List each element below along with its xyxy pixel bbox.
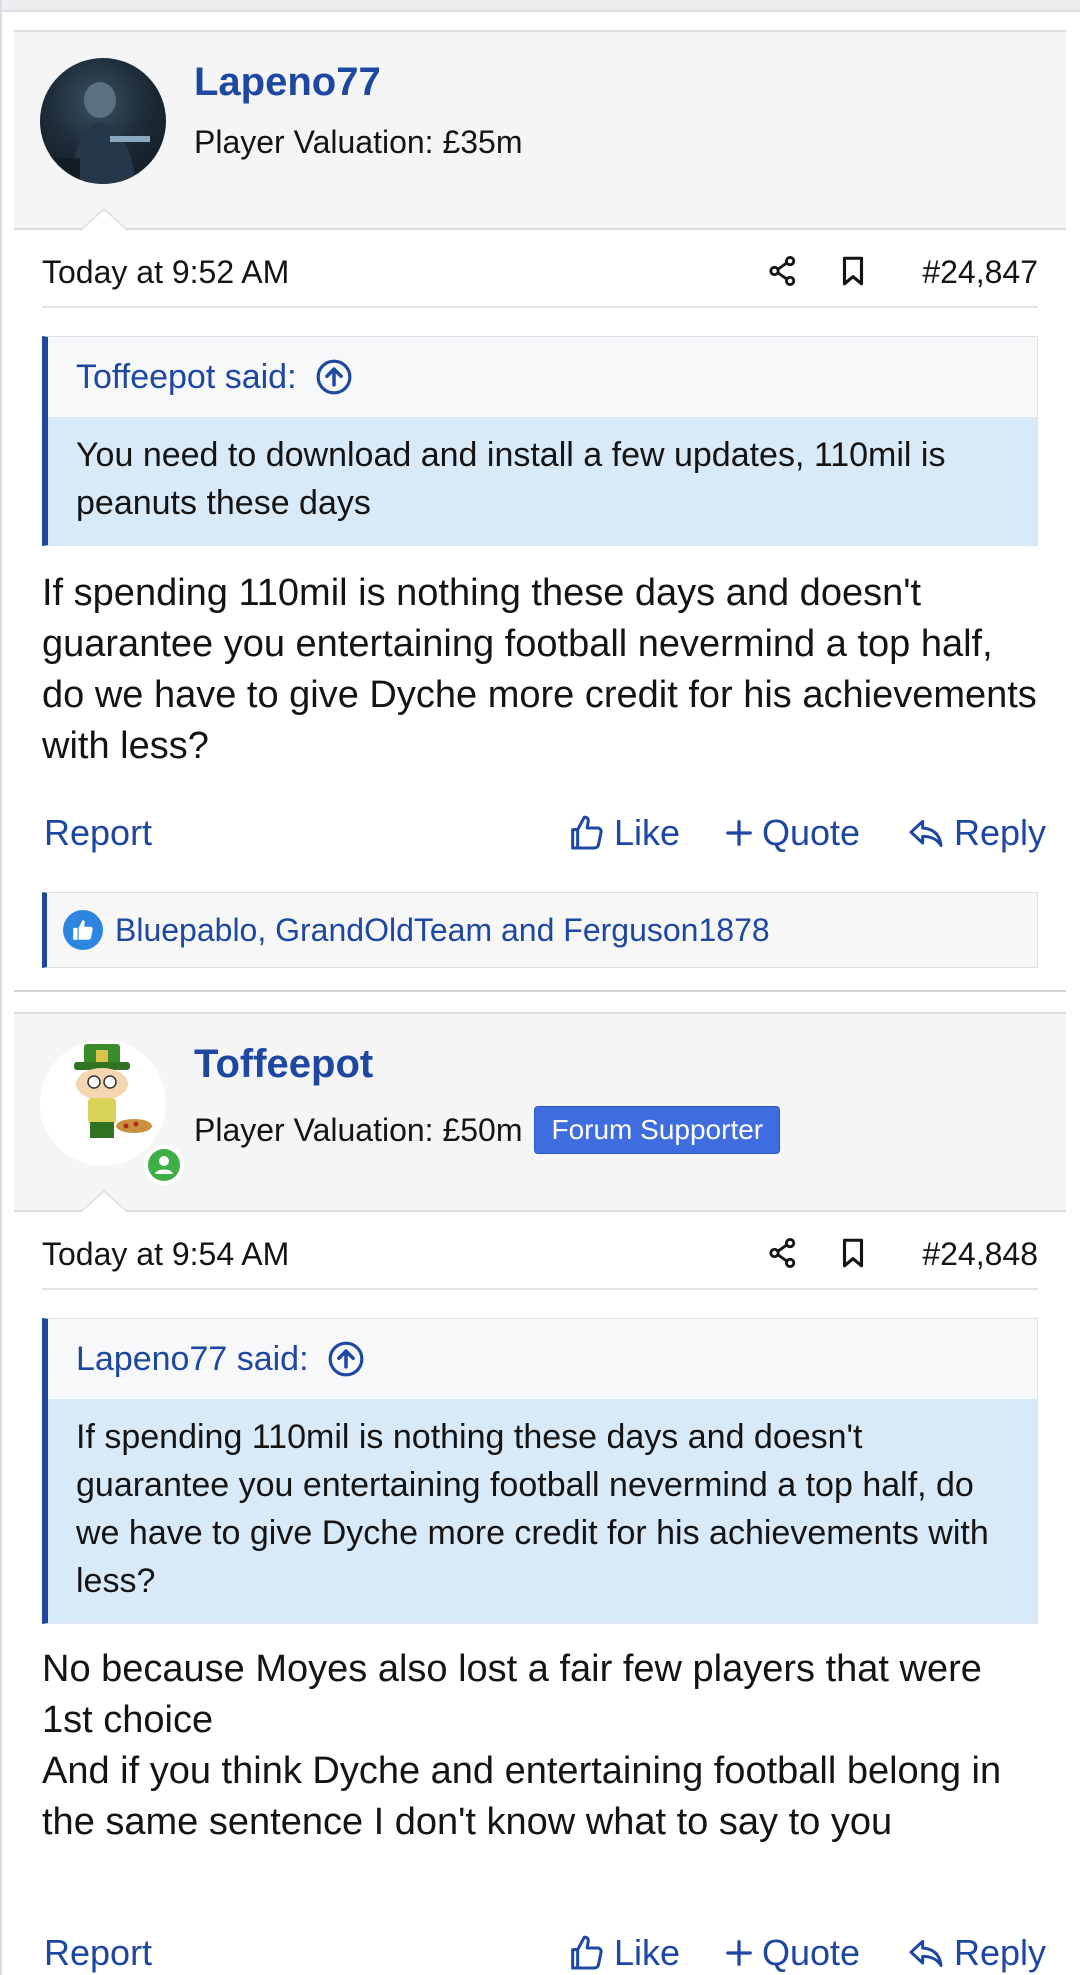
reply-icon [909, 1939, 943, 1967]
username[interactable]: Toffeepot [194, 1042, 373, 1087]
avatar[interactable] [40, 58, 166, 184]
quote-text: You need to download and install a few u… [48, 417, 1037, 545]
quote-label: Quote [762, 812, 861, 853]
reply-icon [909, 819, 943, 847]
online-status-badge [144, 1145, 184, 1185]
quote-header[interactable]: Lapeno77 said: [48, 1319, 1037, 1399]
plus-icon [726, 1940, 752, 1966]
post-separator [14, 990, 1066, 992]
post-number[interactable]: #24,847 [922, 254, 1038, 291]
quote-block: Toffeepot said: You need to download and… [42, 336, 1038, 546]
quote-header[interactable]: Toffeepot said: [48, 337, 1037, 417]
post-actions: Report Like Quote Reply [42, 1924, 1046, 1975]
reply-button[interactable]: Reply [906, 1932, 1046, 1974]
player-valuation: Player Valuation: £50m Forum Supporter [194, 1106, 781, 1154]
avatar-image [50, 82, 150, 184]
post-actions: Report Like Quote Reply [42, 804, 1046, 864]
post-24848: Toffeepot Player Valuation: £50m Forum S… [14, 1012, 1066, 1973]
username[interactable]: Lapeno77 [194, 60, 381, 105]
message-line: No because Moyes also lost a fair few pl… [42, 1648, 982, 1741]
likes-bar[interactable]: Bluepablo, GrandOldTeam and Ferguson1878 [42, 892, 1038, 968]
header-arrow [80, 208, 128, 230]
post-number[interactable]: #24,848 [922, 1236, 1038, 1273]
quote-author[interactable]: Lapeno77 said: [76, 1340, 309, 1379]
valuation-text: Player Valuation: £35m [194, 124, 523, 160]
top-bar [0, 0, 1080, 12]
post-meta: Today at 9:54 AM #24,848 [42, 1214, 1038, 1290]
post-header: Toffeepot Player Valuation: £50m Forum S… [14, 1012, 1066, 1212]
share-icon[interactable] [766, 254, 800, 288]
quote-text: If spending 110mil is nothing these days… [48, 1399, 1037, 1623]
quote-button[interactable]: Quote [724, 812, 860, 854]
user-icon [155, 1156, 173, 1174]
avatar-image [74, 1044, 152, 1138]
header-arrow [80, 1190, 128, 1212]
report-button[interactable]: Report [44, 812, 152, 854]
post-24847: Lapeno77 Player Valuation: £35m Today at… [14, 30, 1066, 968]
valuation-text: Player Valuation: £50m [194, 1111, 523, 1148]
arrow-up-circle-icon[interactable] [327, 1340, 365, 1378]
reply-label: Reply [954, 1932, 1047, 1973]
like-label: Like [614, 1932, 681, 1973]
plus-icon [726, 820, 752, 846]
thumbs-up-icon [571, 815, 603, 850]
bookmark-icon[interactable] [836, 254, 870, 288]
forum-supporter-badge: Forum Supporter [534, 1106, 781, 1154]
bookmark-icon[interactable] [836, 1236, 870, 1270]
like-reaction-icon [63, 910, 103, 950]
report-button[interactable]: Report [44, 1932, 152, 1974]
post-message: If spending 110mil is nothing these days… [42, 572, 1037, 767]
likes-list[interactable]: Bluepablo, GrandOldTeam and Ferguson1878 [115, 912, 770, 949]
quote-author[interactable]: Toffeepot said: [76, 358, 297, 397]
post-message: No because Moyes also lost a fair few pl… [42, 1644, 1042, 1848]
share-icon[interactable] [766, 1236, 800, 1270]
quote-label: Quote [762, 1932, 861, 1973]
page-frame [0, 0, 2, 1975]
arrow-up-circle-icon[interactable] [315, 358, 353, 396]
message-line: And if you think Dyche and entertaining … [42, 1750, 1002, 1843]
player-valuation: Player Valuation: £35m [194, 124, 522, 161]
reply-label: Reply [954, 812, 1047, 853]
post-date[interactable]: Today at 9:52 AM [42, 254, 289, 291]
like-button[interactable]: Like [566, 1932, 680, 1974]
reply-button[interactable]: Reply [906, 812, 1046, 854]
quote-block: Lapeno77 said: If spending 110mil is not… [42, 1318, 1038, 1624]
quote-button[interactable]: Quote [724, 1932, 860, 1974]
avatar[interactable] [40, 1040, 184, 1185]
thumbs-up-icon [571, 1935, 603, 1970]
post-date[interactable]: Today at 9:54 AM [42, 1236, 289, 1273]
post-header: Lapeno77 Player Valuation: £35m [14, 30, 1066, 230]
like-button[interactable]: Like [566, 812, 680, 854]
post-meta: Today at 9:52 AM #24,847 [42, 232, 1038, 308]
like-label: Like [614, 812, 681, 853]
